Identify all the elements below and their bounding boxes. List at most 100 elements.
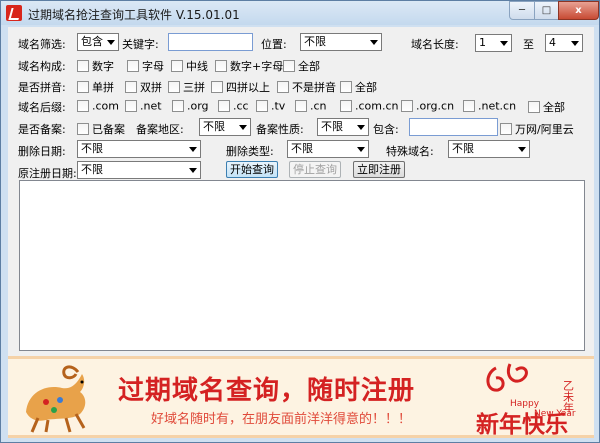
pinyin-label: 是否拼音:: [18, 81, 66, 94]
checkbox-box: [256, 100, 268, 112]
suffix-checkbox-com[interactable]: .com: [77, 99, 119, 113]
length-max-value: 4: [549, 36, 556, 49]
filter-label: 域名筛选:: [18, 38, 66, 51]
length-max-select[interactable]: 4: [545, 34, 583, 52]
original-date-label: 原注册日期:: [18, 167, 77, 180]
checkbox-box: [171, 60, 183, 72]
chevron-down-icon: [107, 40, 115, 45]
region-value: 不限: [203, 120, 225, 133]
composition-checkbox-letters[interactable]: 字母: [127, 58, 164, 73]
region-select[interactable]: 不限: [199, 118, 251, 136]
pinyin-checkbox-not-pinyin[interactable]: 不是拼音: [277, 79, 336, 94]
suffix-checkbox-net[interactable]: .net: [125, 99, 162, 113]
special-select[interactable]: 不限: [448, 140, 530, 158]
delete-date-select[interactable]: 不限: [77, 140, 201, 158]
banner-headline: 过期域名查询，随时注册: [118, 376, 416, 406]
pinyin-checkbox-four-plus[interactable]: 四拼以上: [211, 79, 270, 94]
record-label: 是否备案:: [18, 123, 66, 136]
new-year-text: 新年快乐: [476, 411, 568, 436]
promo-banner[interactable]: 过期域名查询，随时注册 好域名随时有，在朋友面前洋洋得意的！！！ 乙未年 Hap…: [8, 356, 594, 438]
checkbox-box: [277, 81, 289, 93]
keyword-label: 关键字:: [122, 38, 159, 51]
composition-checkbox-all[interactable]: 全部: [283, 58, 320, 73]
checkbox-box: [283, 60, 295, 72]
goat-illustration: [26, 365, 86, 433]
checkbox-box: [168, 81, 180, 93]
happy-text: Happy: [510, 399, 540, 409]
close-button[interactable]: x: [558, 1, 599, 20]
stop-query-button[interactable]: 停止查询: [289, 161, 341, 178]
checkbox-box: [127, 60, 139, 72]
wanwang-checkbox[interactable]: 万网/阿里云: [500, 121, 574, 136]
start-query-button[interactable]: 开始查询: [226, 161, 278, 178]
pinyin-checkbox-single[interactable]: 单拼: [77, 79, 114, 94]
results-textarea[interactable]: [19, 180, 585, 351]
pinyin-checkbox-all[interactable]: 全部: [340, 79, 377, 94]
suffix-checkbox-org-cn[interactable]: .org.cn: [401, 99, 454, 113]
composition-label: 域名构成:: [18, 60, 66, 73]
original-date-value: 不限: [81, 163, 103, 176]
title-bar[interactable]: 过期域名抢注查询工具软件 V.15.01.01 ─ □ x: [1, 1, 599, 25]
chevron-down-icon: [500, 41, 508, 46]
year-label-text: 乙未年: [562, 380, 575, 413]
window-title: 过期域名抢注查询工具软件 V.15.01.01: [28, 8, 240, 22]
keyword-input[interactable]: [168, 33, 253, 51]
contains-label: 包含:: [373, 123, 399, 136]
filter-mode-select[interactable]: 包含: [77, 33, 119, 51]
chevron-down-icon: [518, 147, 526, 152]
banner-subline: 好域名随时有，在朋友面前洋洋得意的！！！: [151, 412, 412, 427]
position-select[interactable]: 不限: [300, 33, 382, 51]
chevron-down-icon: [370, 40, 378, 45]
region-label: 备案地区:: [136, 123, 184, 136]
checkbox-box: [77, 100, 89, 112]
checkbox-box: [77, 81, 89, 93]
length-min-select[interactable]: 1: [475, 34, 512, 52]
minimize-button[interactable]: ─: [509, 1, 535, 20]
nature-select[interactable]: 不限: [317, 118, 369, 136]
suffix-checkbox-com-cn[interactable]: .com.cn: [340, 99, 399, 113]
checkbox-box: [125, 100, 137, 112]
delete-type-select[interactable]: 不限: [287, 140, 369, 158]
filter-mode-value: 包含: [81, 35, 103, 48]
length-label: 域名长度:: [411, 38, 459, 51]
banner-top-border: [8, 356, 594, 359]
delete-date-label: 删除日期:: [18, 145, 66, 158]
suffix-checkbox-net-cn[interactable]: .net.cn: [463, 99, 516, 113]
recorded-checkbox[interactable]: 已备案: [77, 121, 125, 136]
checkbox-box: [401, 100, 413, 112]
nature-value: 不限: [321, 120, 343, 133]
delete-type-label: 删除类型:: [226, 145, 274, 158]
checkbox-box: [215, 60, 227, 72]
checkbox-box: [340, 81, 352, 93]
special-value: 不限: [452, 142, 474, 155]
checkbox-box: [218, 100, 230, 112]
composition-checkbox-mixed[interactable]: 数字+字母: [215, 58, 283, 73]
suffix-checkbox-cc[interactable]: .cc: [218, 99, 249, 113]
contains-input[interactable]: [409, 118, 498, 136]
suffix-checkbox-all[interactable]: 全部: [528, 99, 565, 114]
chevron-down-icon: [571, 41, 579, 46]
register-now-button[interactable]: 立即注册: [353, 161, 405, 178]
chevron-down-icon: [239, 125, 247, 130]
special-label: 特殊域名:: [386, 145, 434, 158]
checkbox-box: [125, 81, 137, 93]
app-logo-icon: [6, 5, 22, 21]
original-date-select[interactable]: 不限: [77, 161, 201, 179]
maximize-button[interactable]: □: [534, 1, 559, 20]
suffix-checkbox-cn[interactable]: .cn: [295, 99, 327, 113]
suffix-checkbox-tv[interactable]: .tv: [256, 99, 285, 113]
delete-date-value: 不限: [81, 142, 103, 155]
suffix-label: 域名后缀:: [18, 101, 66, 114]
position-value: 不限: [304, 35, 326, 48]
length-min-value: 1: [479, 36, 486, 49]
checkbox-box: [500, 123, 512, 135]
chevron-down-icon: [189, 147, 197, 152]
checkbox-box: [340, 100, 352, 112]
pinyin-checkbox-double[interactable]: 双拼: [125, 79, 162, 94]
composition-checkbox-hyphen[interactable]: 中线: [171, 58, 208, 73]
suffix-checkbox-org[interactable]: .org: [172, 99, 209, 113]
length-to-label: 至: [523, 38, 534, 51]
pinyin-checkbox-triple[interactable]: 三拼: [168, 79, 205, 94]
checkbox-box: [463, 100, 475, 112]
composition-checkbox-digits[interactable]: 数字: [77, 58, 114, 73]
